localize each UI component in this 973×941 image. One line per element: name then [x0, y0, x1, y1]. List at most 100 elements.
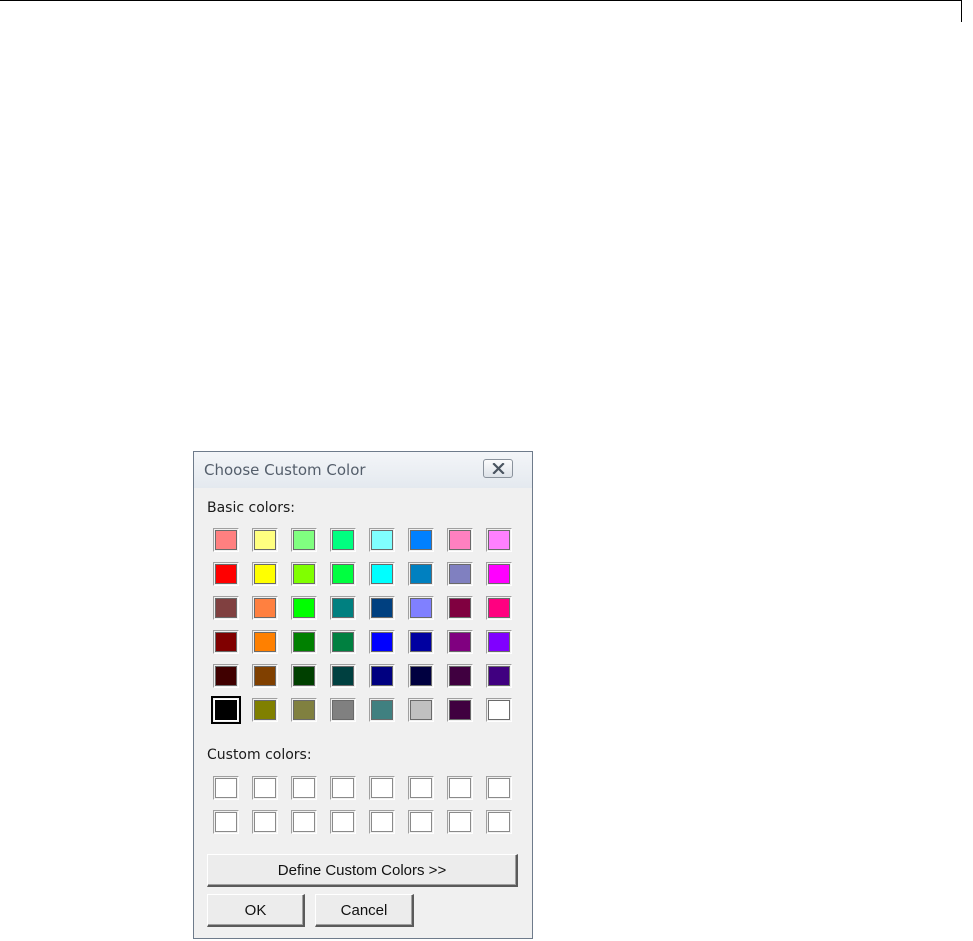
custom-color-swatch[interactable] [330, 776, 356, 800]
define-custom-colors-button[interactable]: Define Custom Colors >> [207, 854, 518, 887]
custom-color-fill [449, 812, 471, 832]
basic-color-swatch[interactable] [291, 528, 317, 552]
basic-color-swatch[interactable] [213, 596, 239, 620]
basic-color-swatch[interactable] [291, 698, 317, 722]
custom-color-swatch[interactable] [369, 810, 395, 834]
basic-color-swatch[interactable] [211, 696, 241, 724]
basic-color-swatch[interactable] [408, 630, 434, 654]
basic-color-swatch[interactable] [291, 596, 317, 620]
basic-color-swatch[interactable] [252, 596, 278, 620]
basic-color-swatch[interactable] [408, 664, 434, 688]
custom-color-swatch[interactable] [408, 810, 434, 834]
basic-color-swatch[interactable] [213, 562, 239, 586]
basic-color-swatch[interactable] [252, 630, 278, 654]
basic-color-swatch[interactable] [447, 528, 473, 552]
custom-color-fill [371, 778, 393, 798]
basic-color-fill [254, 530, 276, 550]
custom-color-swatch[interactable] [291, 810, 317, 834]
basic-color-swatch[interactable] [447, 664, 473, 688]
basic-color-swatch[interactable] [369, 562, 395, 586]
choose-custom-color-dialog: Choose Custom Color Basic colors: Custom… [193, 451, 533, 939]
basic-color-fill [215, 666, 237, 686]
custom-color-fill [410, 812, 432, 832]
custom-color-swatch[interactable] [408, 776, 434, 800]
basic-color-swatch[interactable] [369, 528, 395, 552]
basic-color-swatch[interactable] [252, 562, 278, 586]
basic-color-fill [215, 632, 237, 652]
basic-color-swatch[interactable] [291, 562, 317, 586]
custom-color-swatch[interactable] [213, 810, 239, 834]
close-button[interactable] [483, 459, 513, 478]
basic-color-swatch[interactable] [408, 528, 434, 552]
basic-color-fill [254, 700, 276, 720]
basic-color-swatch[interactable] [252, 528, 278, 552]
basic-color-swatch[interactable] [486, 698, 512, 722]
basic-color-swatch[interactable] [291, 630, 317, 654]
basic-color-fill [254, 564, 276, 584]
basic-color-fill [371, 666, 393, 686]
basic-color-swatch[interactable] [408, 562, 434, 586]
basic-color-fill [254, 632, 276, 652]
basic-color-fill [215, 598, 237, 618]
basic-color-swatch[interactable] [330, 698, 356, 722]
custom-color-swatch[interactable] [252, 776, 278, 800]
basic-color-swatch[interactable] [486, 528, 512, 552]
basic-color-swatch[interactable] [330, 630, 356, 654]
basic-color-swatch[interactable] [330, 596, 356, 620]
basic-color-swatch[interactable] [486, 664, 512, 688]
custom-color-swatch[interactable] [369, 776, 395, 800]
basic-color-swatch[interactable] [408, 698, 434, 722]
ok-button[interactable]: OK [207, 894, 305, 927]
basic-color-swatch[interactable] [447, 596, 473, 620]
basic-color-fill [371, 632, 393, 652]
basic-color-fill [293, 632, 315, 652]
basic-color-swatch[interactable] [447, 562, 473, 586]
basic-color-swatch[interactable] [486, 596, 512, 620]
basic-color-swatch[interactable] [213, 528, 239, 552]
custom-color-swatch[interactable] [252, 810, 278, 834]
basic-color-fill [293, 700, 315, 720]
basic-color-swatch[interactable] [486, 630, 512, 654]
basic-color-swatch[interactable] [330, 528, 356, 552]
basic-color-swatch[interactable] [447, 630, 473, 654]
custom-color-fill [293, 778, 315, 798]
custom-color-fill [293, 812, 315, 832]
custom-color-swatch[interactable] [447, 810, 473, 834]
basic-color-fill [371, 700, 393, 720]
basic-color-swatch[interactable] [213, 630, 239, 654]
custom-color-swatch[interactable] [486, 810, 512, 834]
basic-color-swatch[interactable] [447, 698, 473, 722]
basic-color-swatch[interactable] [369, 630, 395, 654]
custom-color-swatch[interactable] [330, 810, 356, 834]
basic-color-swatch[interactable] [330, 664, 356, 688]
basic-color-swatch[interactable] [369, 698, 395, 722]
basic-color-fill [410, 666, 432, 686]
basic-color-fill [332, 632, 354, 652]
custom-color-swatch[interactable] [447, 776, 473, 800]
custom-color-swatch[interactable] [486, 776, 512, 800]
basic-color-fill [332, 530, 354, 550]
basic-color-fill [488, 598, 510, 618]
basic-color-swatch[interactable] [252, 698, 278, 722]
basic-color-fill [488, 530, 510, 550]
page: Choose Custom Color Basic colors: Custom… [0, 0, 973, 941]
custom-color-fill [488, 778, 510, 798]
cancel-button[interactable]: Cancel [315, 894, 414, 927]
basic-color-fill [410, 632, 432, 652]
basic-color-swatch[interactable] [486, 562, 512, 586]
custom-color-swatch[interactable] [291, 776, 317, 800]
basic-color-swatch[interactable] [369, 596, 395, 620]
basic-color-swatch[interactable] [291, 664, 317, 688]
custom-color-swatch[interactable] [213, 776, 239, 800]
custom-color-fill [488, 812, 510, 832]
custom-color-fill [449, 778, 471, 798]
basic-color-swatch[interactable] [252, 664, 278, 688]
custom-colors-label: Custom colors: [207, 747, 312, 763]
basic-color-swatch[interactable] [330, 562, 356, 586]
basic-color-swatch[interactable] [369, 664, 395, 688]
basic-color-fill [254, 598, 276, 618]
basic-color-swatch[interactable] [213, 664, 239, 688]
basic-color-fill [449, 632, 471, 652]
right-border-line [961, 0, 962, 22]
basic-color-swatch[interactable] [408, 596, 434, 620]
